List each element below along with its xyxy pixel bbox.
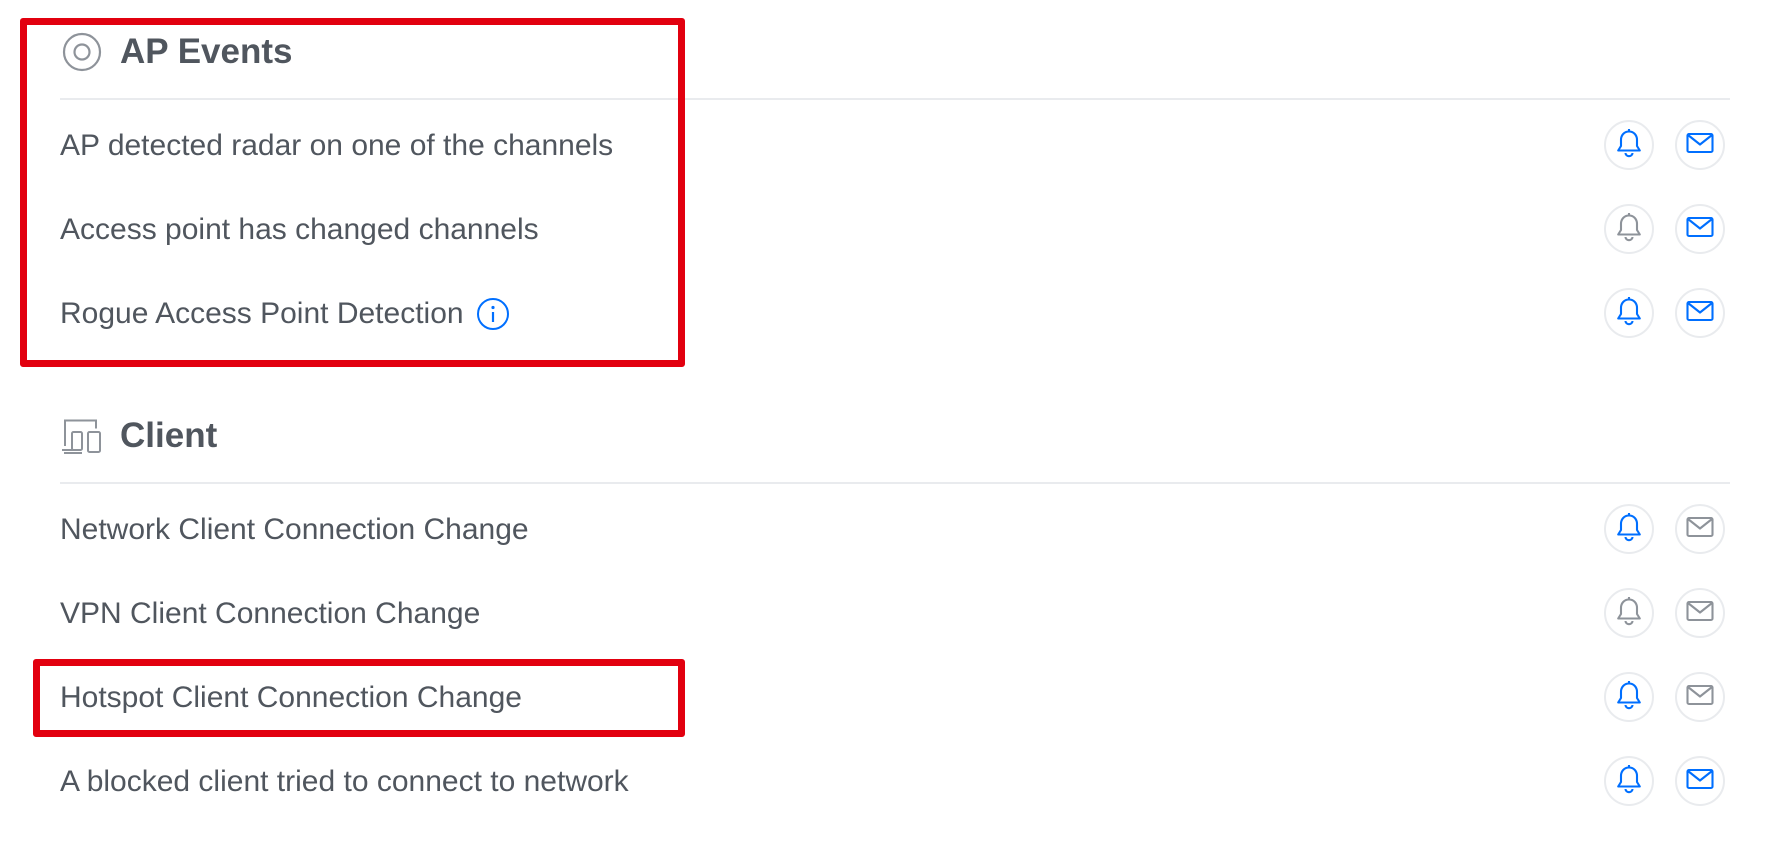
section-divider (60, 482, 1730, 484)
envelope-icon (1686, 684, 1714, 711)
client-devices-icon (60, 414, 104, 458)
push-notification-toggle[interactable] (1604, 588, 1654, 638)
email-notification-toggle[interactable] (1675, 756, 1725, 806)
email-notification-toggle[interactable] (1675, 672, 1725, 722)
row-label: Network Client Connection Change (60, 513, 529, 546)
section-divider (60, 98, 1730, 100)
email-notification-toggle[interactable] (1675, 120, 1725, 170)
bell-icon (1615, 680, 1643, 715)
email-notification-toggle[interactable] (1675, 288, 1725, 338)
section-header: Client (60, 406, 217, 466)
bell-icon (1615, 512, 1643, 547)
row-label-text: Rogue Access Point Detection (60, 297, 464, 330)
envelope-icon (1686, 216, 1714, 243)
section-header: AP Events (60, 22, 293, 82)
notification-row: Hotspot Client Connection Change (0, 656, 1786, 740)
email-notification-toggle[interactable] (1675, 588, 1725, 638)
notification-row: Access point has changed channels (0, 188, 1786, 272)
notification-row: A blocked client tried to connect to net… (0, 740, 1786, 824)
radar-target-icon (60, 30, 104, 74)
section-title: AP Events (120, 32, 293, 71)
push-notification-toggle[interactable] (1604, 672, 1654, 722)
push-notification-toggle[interactable] (1604, 120, 1654, 170)
envelope-icon (1686, 516, 1714, 543)
bell-icon (1615, 212, 1643, 247)
push-notification-toggle[interactable] (1604, 204, 1654, 254)
row-label: Access point has changed channels (60, 213, 539, 246)
row-label: A blocked client tried to connect to net… (60, 765, 629, 798)
notification-row: Network Client Connection Change (0, 488, 1786, 572)
row-label: AP detected radar on one of the channels (60, 129, 614, 162)
info-icon[interactable] (476, 297, 510, 331)
envelope-icon (1686, 600, 1714, 627)
push-notification-toggle[interactable] (1604, 288, 1654, 338)
bell-icon (1615, 128, 1643, 163)
notification-row: AP detected radar on one of the channels (0, 104, 1786, 188)
row-label: Rogue Access Point Detection (60, 272, 510, 356)
bell-icon (1615, 596, 1643, 631)
envelope-icon (1686, 300, 1714, 327)
push-notification-toggle[interactable] (1604, 504, 1654, 554)
notification-row: Rogue Access Point Detection (0, 272, 1786, 356)
section-title: Client (120, 416, 218, 455)
envelope-icon (1686, 768, 1714, 795)
envelope-icon (1686, 132, 1714, 159)
bell-icon (1615, 296, 1643, 331)
email-notification-toggle[interactable] (1675, 204, 1725, 254)
row-label: VPN Client Connection Change (60, 597, 481, 630)
bell-icon (1615, 764, 1643, 799)
push-notification-toggle[interactable] (1604, 756, 1654, 806)
email-notification-toggle[interactable] (1675, 504, 1725, 554)
row-label: Hotspot Client Connection Change (60, 681, 522, 714)
notification-row: VPN Client Connection Change (0, 572, 1786, 656)
